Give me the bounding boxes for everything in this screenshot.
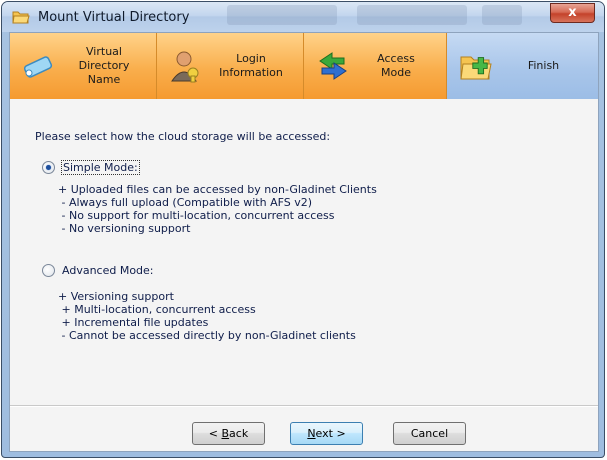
cancel-button[interactable]: Cancel: [393, 422, 466, 445]
step-access-mode[interactable]: Access Mode: [304, 33, 447, 99]
access-mode-prompt: Please select how the cloud storage will…: [35, 130, 331, 143]
step-label: Login Information: [219, 52, 283, 79]
next-button[interactable]: Next >: [290, 422, 363, 445]
background-blur: [482, 5, 522, 25]
description-line: + Versioning support: [58, 290, 174, 303]
description-line: + Uploaded files can be accessed by non-…: [58, 183, 377, 196]
folder-icon: [12, 11, 30, 24]
button-separator: [10, 405, 598, 407]
simple-mode-radio[interactable]: [42, 161, 55, 174]
title-bar[interactable]: Mount Virtual Directory x: [2, 2, 604, 32]
background-blur: [357, 5, 467, 25]
description-line: + Multi-location, concurrent access: [58, 303, 256, 316]
access-arrows-icon: [319, 52, 347, 80]
step-label: Finish: [527, 59, 560, 72]
login-user-icon: [171, 51, 199, 83]
simple-mode-description: + Uploaded files can be accessed by non-…: [58, 183, 377, 235]
description-line: + Incremental file updates: [58, 316, 209, 329]
background-blur: [227, 5, 337, 25]
radio-selected-dot: [46, 165, 51, 170]
wizard-steps: Virtual Directory Name Login Information…: [10, 33, 598, 99]
simple-mode-label[interactable]: Simple Mode:: [61, 160, 140, 175]
step-label: Access Mode: [377, 52, 415, 79]
description-line: - Always full upload (Compatible with AF…: [58, 196, 313, 209]
advanced-mode-description: + Versioning support + Multi-location, c…: [58, 290, 356, 342]
window-title: Mount Virtual Directory: [38, 10, 190, 25]
back-button[interactable]: < Back: [192, 422, 265, 445]
step-label: Virtual Directory Name: [78, 45, 130, 86]
step-login-information[interactable]: Login Information: [157, 33, 304, 99]
wizard-client-area: Virtual Directory Name Login Information…: [9, 32, 599, 452]
step-finish[interactable]: Finish: [447, 33, 598, 99]
advanced-mode-option[interactable]: Advanced Mode:: [42, 264, 155, 277]
advanced-mode-radio[interactable]: [42, 264, 55, 277]
access-mode-content: Please select how the cloud storage will…: [10, 100, 598, 400]
finish-folder-icon: [460, 56, 492, 80]
mount-virtual-directory-window: Mount Virtual Directory x Virtual Direct…: [1, 1, 605, 458]
close-button[interactable]: x: [550, 3, 595, 23]
step-virtual-directory-name[interactable]: Virtual Directory Name: [10, 33, 157, 99]
description-line: - No versioning support: [58, 222, 191, 235]
virtual-directory-icon: [23, 56, 53, 78]
advanced-mode-label[interactable]: Advanced Mode:: [61, 264, 155, 277]
simple-mode-option[interactable]: Simple Mode:: [42, 160, 140, 175]
description-line: - Cannot be accessed directly by non-Gla…: [58, 329, 356, 342]
description-line: - No support for multi-location, concurr…: [58, 209, 335, 222]
